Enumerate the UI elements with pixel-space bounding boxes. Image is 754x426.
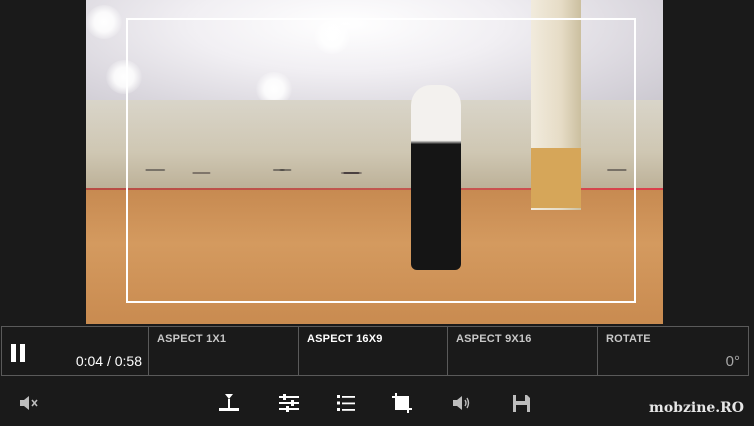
watermark: mobzine.RO: [649, 400, 744, 416]
crop-controls: 0:04 / 0:58 ASPECT 1X1 ASPECT 16X9 ASPEC…: [0, 326, 754, 378]
option-aspect-1x1[interactable]: ASPECT 1X1: [149, 326, 299, 376]
option-label: ASPECT 1X1: [157, 333, 227, 345]
video-area: [0, 0, 754, 326]
save-icon[interactable]: [510, 392, 532, 414]
option-label: ASPECT 16X9: [307, 333, 383, 345]
option-rotate[interactable]: ROTATE 0°: [598, 326, 749, 376]
bottom-toolbar: mobzine.RO: [0, 378, 754, 426]
rotate-value: 0°: [725, 353, 740, 370]
list-icon[interactable]: [335, 392, 357, 414]
option-aspect-9x16[interactable]: ASPECT 9X16: [448, 326, 598, 376]
adjust-icon[interactable]: [278, 392, 300, 414]
option-label: ASPECT 9X16: [456, 333, 532, 345]
playback-time: 0:04 / 0:58: [75, 353, 142, 369]
option-aspect-16x9[interactable]: ASPECT 16X9: [299, 326, 448, 376]
pause-icon[interactable]: [11, 344, 27, 362]
option-label: ROTATE: [606, 333, 651, 345]
mute-icon[interactable]: [17, 392, 39, 414]
chandelier-light: [86, 5, 122, 39]
crop-frame[interactable]: [126, 18, 636, 303]
volume-icon[interactable]: [450, 392, 472, 414]
crop-icon[interactable]: [391, 392, 413, 414]
playback-cell: 0:04 / 0:58: [1, 326, 149, 376]
trim-icon[interactable]: [218, 392, 240, 414]
